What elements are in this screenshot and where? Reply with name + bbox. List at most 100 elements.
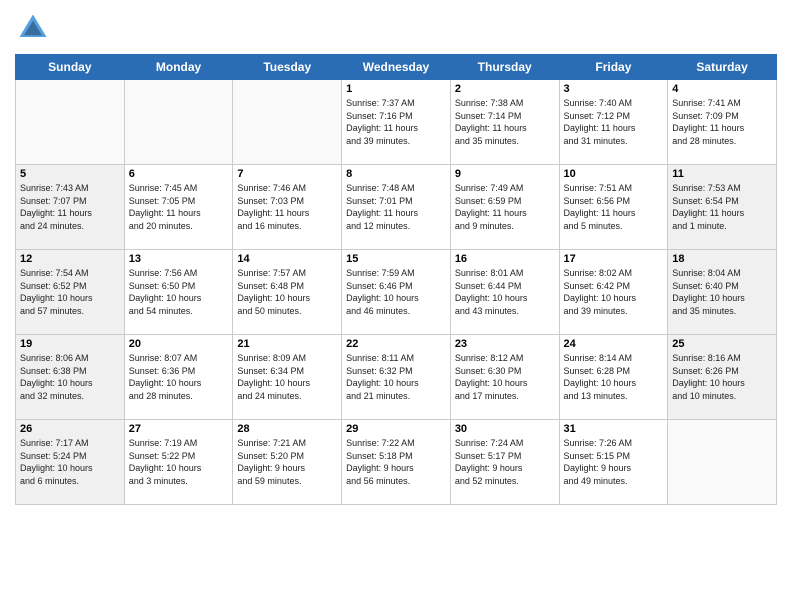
day-number: 19 [20, 338, 120, 350]
weekday-header-thursday: Thursday [450, 55, 559, 80]
calendar-cell: 15 Sunrise: 7:59 AM Sunset: 6:46 PM Dayli… [342, 250, 451, 335]
calendar-cell: 1 Sunrise: 7:37 AM Sunset: 7:16 PM Daylig… [342, 80, 451, 165]
calendar-cell: 20 Sunrise: 8:07 AM Sunset: 6:36 PM Dayli… [124, 335, 233, 420]
day-info: Sunrise: 7:17 AM Sunset: 5:24 PM Dayligh… [20, 437, 120, 487]
day-info: Sunrise: 7:54 AM Sunset: 6:52 PM Dayligh… [20, 267, 120, 317]
calendar-cell [124, 80, 233, 165]
weekday-header-saturday: Saturday [668, 55, 777, 80]
calendar-cell: 5Sunrise: 7:43 AM Sunset: 7:07 PM Daylig… [16, 165, 125, 250]
day-number: 22 [346, 338, 446, 350]
day-number: 11 [672, 168, 772, 180]
weekday-header-tuesday: Tuesday [233, 55, 342, 80]
day-info: Sunrise: 7:59 AM Sunset: 6:46 PM Dayligh… [346, 267, 446, 317]
calendar-cell: 17 Sunrise: 8:02 AM Sunset: 6:42 PM Dayli… [559, 250, 668, 335]
day-info: Sunrise: 8:04 AM Sunset: 6:40 PM Dayligh… [672, 267, 772, 317]
day-number: 26 [20, 423, 120, 435]
calendar-cell: 31 Sunrise: 7:26 AM Sunset: 5:15 PM Dayli… [559, 420, 668, 505]
calendar-cell: 14 Sunrise: 7:57 AM Sunset: 6:48 PM Dayli… [233, 250, 342, 335]
day-info: Sunrise: 7:19 AM Sunset: 5:22 PM Dayligh… [129, 437, 229, 487]
calendar-cell: 23 Sunrise: 8:12 AM Sunset: 6:30 PM Dayli… [450, 335, 559, 420]
calendar-cell: 7 Sunrise: 7:46 AM Sunset: 7:03 PM Daylig… [233, 165, 342, 250]
day-number: 16 [455, 253, 555, 265]
page-container: SundayMondayTuesdayWednesdayThursdayFrid… [0, 0, 792, 510]
day-info: Sunrise: 8:02 AM Sunset: 6:42 PM Dayligh… [564, 267, 664, 317]
day-info: Sunrise: 7:53 AM Sunset: 6:54 PM Dayligh… [672, 182, 772, 232]
calendar-cell: 2Sunrise: 7:38 AM Sunset: 7:14 PM Daylig… [450, 80, 559, 165]
day-info: Sunrise: 7:22 AM Sunset: 5:18 PM Dayligh… [346, 437, 446, 487]
logo [15, 10, 55, 46]
day-info: Sunrise: 7:37 AM Sunset: 7:16 PM Dayligh… [346, 97, 446, 147]
day-number: 24 [564, 338, 664, 350]
calendar-cell: 10Sunrise: 7:51 AM Sunset: 6:56 PM Dayli… [559, 165, 668, 250]
day-number: 8 [346, 168, 446, 180]
day-number: 3 [564, 83, 664, 95]
day-number: 20 [129, 338, 229, 350]
day-info: Sunrise: 8:09 AM Sunset: 6:34 PM Dayligh… [237, 352, 337, 402]
header [15, 10, 777, 46]
day-number: 31 [564, 423, 664, 435]
day-info: Sunrise: 7:56 AM Sunset: 6:50 PM Dayligh… [129, 267, 229, 317]
day-number: 7 [237, 168, 337, 180]
weekday-header-monday: Monday [124, 55, 233, 80]
day-number: 15 [346, 253, 446, 265]
day-info: Sunrise: 8:06 AM Sunset: 6:38 PM Dayligh… [20, 352, 120, 402]
calendar-cell: 18 Sunrise: 8:04 AM Sunset: 6:40 PM Dayli… [668, 250, 777, 335]
calendar-cell: 8Sunrise: 7:48 AM Sunset: 7:01 PM Daylig… [342, 165, 451, 250]
day-info: Sunrise: 7:57 AM Sunset: 6:48 PM Dayligh… [237, 267, 337, 317]
calendar-week-3: 12 Sunrise: 7:54 AM Sunset: 6:52 PM Dayli… [16, 250, 777, 335]
weekday-header-sunday: Sunday [16, 55, 125, 80]
weekday-header-row: SundayMondayTuesdayWednesdayThursdayFrid… [16, 55, 777, 80]
day-info: Sunrise: 8:07 AM Sunset: 6:36 PM Dayligh… [129, 352, 229, 402]
day-info: Sunrise: 7:24 AM Sunset: 5:17 PM Dayligh… [455, 437, 555, 487]
day-number: 9 [455, 168, 555, 180]
calendar-cell: 25 Sunrise: 8:16 AM Sunset: 6:26 PM Dayli… [668, 335, 777, 420]
logo-icon [15, 10, 51, 46]
calendar-cell: 21 Sunrise: 8:09 AM Sunset: 6:34 PM Dayli… [233, 335, 342, 420]
day-info: Sunrise: 7:49 AM Sunset: 6:59 PM Dayligh… [455, 182, 555, 232]
calendar-cell: 6 Sunrise: 7:45 AM Sunset: 7:05 PM Daylig… [124, 165, 233, 250]
calendar-cell: 29 Sunrise: 7:22 AM Sunset: 5:18 PM Dayli… [342, 420, 451, 505]
day-number: 6 [129, 168, 229, 180]
calendar-week-4: 19 Sunrise: 8:06 AM Sunset: 6:38 PM Dayli… [16, 335, 777, 420]
calendar-cell: 24Sunrise: 8:14 AM Sunset: 6:28 PM Dayli… [559, 335, 668, 420]
calendar-cell: 22 Sunrise: 8:11 AM Sunset: 6:32 PM Dayli… [342, 335, 451, 420]
day-number: 5 [20, 168, 120, 180]
calendar-cell [16, 80, 125, 165]
calendar-week-5: 26 Sunrise: 7:17 AM Sunset: 5:24 PM Dayli… [16, 420, 777, 505]
calendar-cell: 19 Sunrise: 8:06 AM Sunset: 6:38 PM Dayli… [16, 335, 125, 420]
day-info: Sunrise: 7:38 AM Sunset: 7:14 PM Dayligh… [455, 97, 555, 147]
day-number: 23 [455, 338, 555, 350]
day-number: 29 [346, 423, 446, 435]
day-info: Sunrise: 8:01 AM Sunset: 6:44 PM Dayligh… [455, 267, 555, 317]
day-number: 1 [346, 83, 446, 95]
calendar-cell: 16 Sunrise: 8:01 AM Sunset: 6:44 PM Dayli… [450, 250, 559, 335]
calendar-cell [668, 420, 777, 505]
day-number: 14 [237, 253, 337, 265]
day-info: Sunrise: 7:45 AM Sunset: 7:05 PM Dayligh… [129, 182, 229, 232]
day-info: Sunrise: 7:46 AM Sunset: 7:03 PM Dayligh… [237, 182, 337, 232]
calendar-cell: 12 Sunrise: 7:54 AM Sunset: 6:52 PM Dayli… [16, 250, 125, 335]
day-number: 13 [129, 253, 229, 265]
day-info: Sunrise: 7:41 AM Sunset: 7:09 PM Dayligh… [672, 97, 772, 147]
calendar-cell: 3 Sunrise: 7:40 AM Sunset: 7:12 PM Daylig… [559, 80, 668, 165]
calendar-cell: 4 Sunrise: 7:41 AM Sunset: 7:09 PM Daylig… [668, 80, 777, 165]
calendar-week-2: 5Sunrise: 7:43 AM Sunset: 7:07 PM Daylig… [16, 165, 777, 250]
day-number: 12 [20, 253, 120, 265]
day-info: Sunrise: 7:51 AM Sunset: 6:56 PM Dayligh… [564, 182, 664, 232]
day-number: 4 [672, 83, 772, 95]
day-info: Sunrise: 8:16 AM Sunset: 6:26 PM Dayligh… [672, 352, 772, 402]
calendar-cell: 26 Sunrise: 7:17 AM Sunset: 5:24 PM Dayli… [16, 420, 125, 505]
day-info: Sunrise: 8:11 AM Sunset: 6:32 PM Dayligh… [346, 352, 446, 402]
day-info: Sunrise: 7:40 AM Sunset: 7:12 PM Dayligh… [564, 97, 664, 147]
day-number: 30 [455, 423, 555, 435]
day-info: Sunrise: 7:26 AM Sunset: 5:15 PM Dayligh… [564, 437, 664, 487]
calendar-cell: 28Sunrise: 7:21 AM Sunset: 5:20 PM Dayli… [233, 420, 342, 505]
day-number: 21 [237, 338, 337, 350]
day-number: 25 [672, 338, 772, 350]
day-number: 28 [237, 423, 337, 435]
day-number: 17 [564, 253, 664, 265]
day-number: 18 [672, 253, 772, 265]
day-info: Sunrise: 8:12 AM Sunset: 6:30 PM Dayligh… [455, 352, 555, 402]
day-number: 27 [129, 423, 229, 435]
calendar-week-1: 1 Sunrise: 7:37 AM Sunset: 7:16 PM Daylig… [16, 80, 777, 165]
